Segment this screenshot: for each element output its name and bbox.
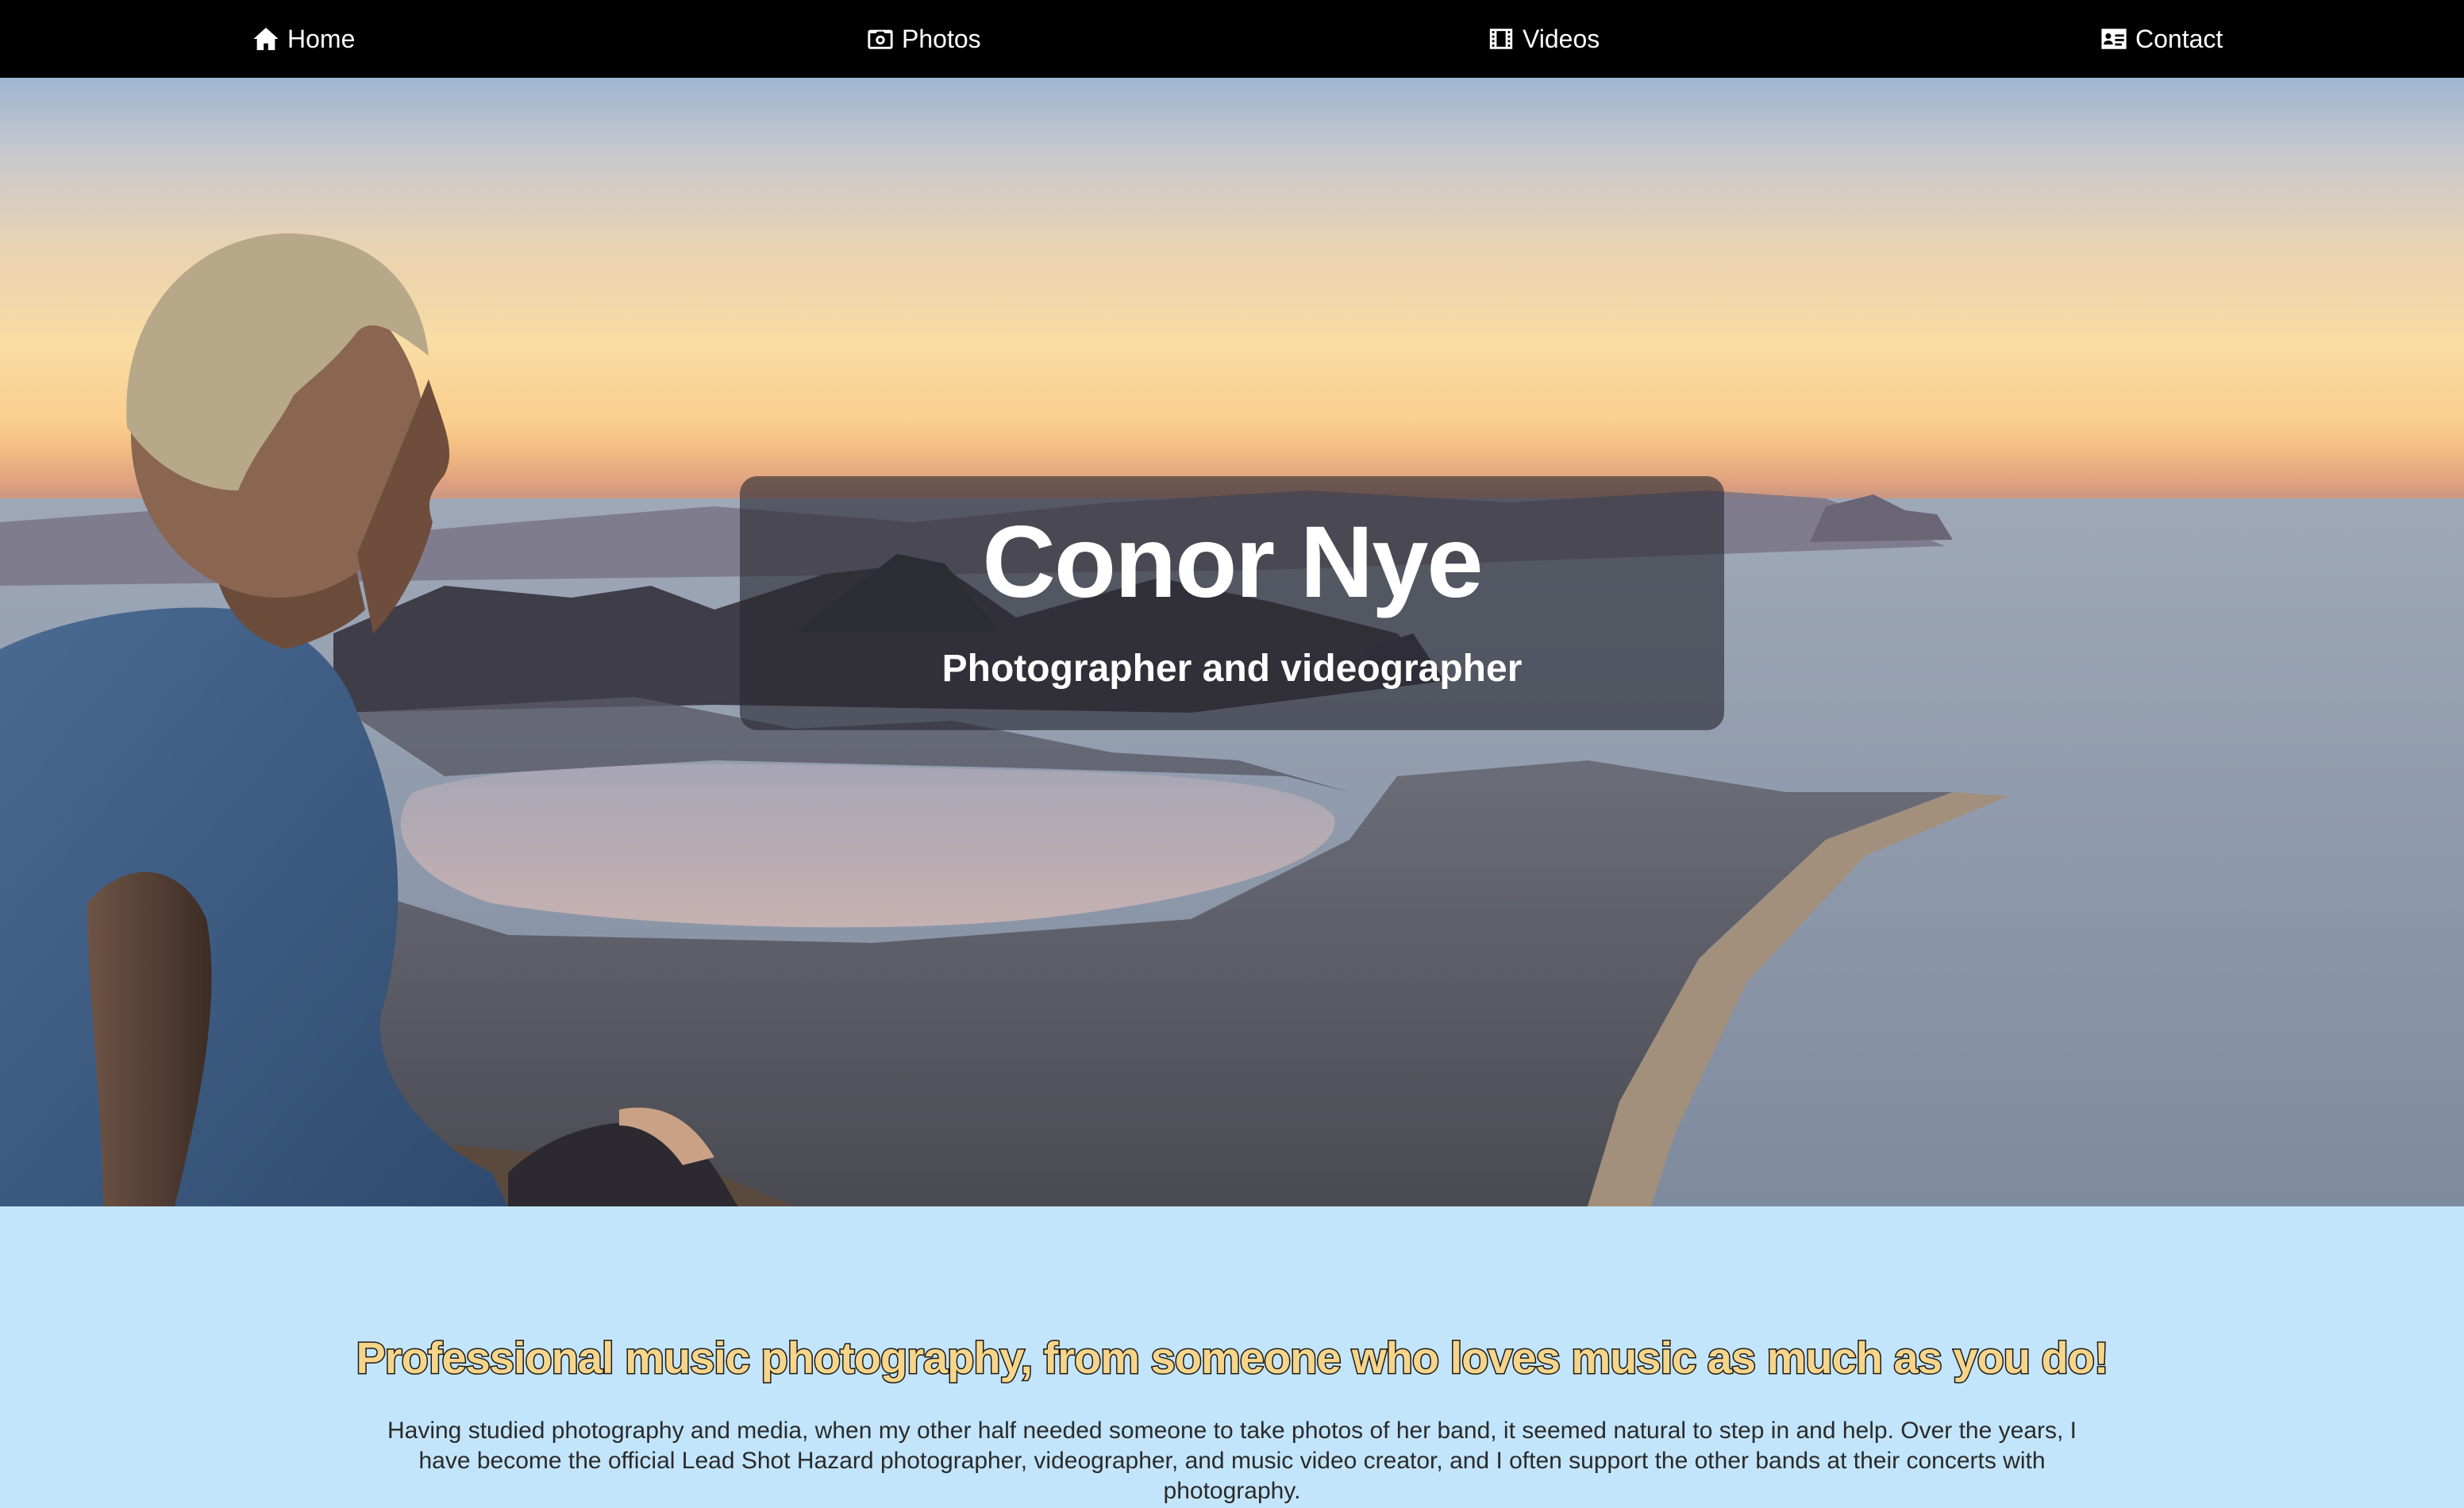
nav-item-label: Home <box>287 24 356 53</box>
page-title: Conor Nye <box>982 505 1483 619</box>
nav-item-home[interactable]: Home <box>252 0 355 78</box>
nav-item-label: Contact <box>2135 24 2223 53</box>
home-icon <box>252 25 279 52</box>
hero-title-card: Conor Nye Photographer and videographer <box>740 476 1724 730</box>
top-navigation-bar: Home Photos Videos Contact <box>0 0 2464 78</box>
camera-icon <box>867 25 894 52</box>
contact-card-icon <box>2100 25 2127 52</box>
hero-banner: Conor Nye Photographer and videographer <box>0 78 2464 1206</box>
intro-paragraph: Having studied photography and media, wh… <box>387 1418 2077 1504</box>
page-subtitle: Photographer and videographer <box>941 647 1523 690</box>
tagline-heading: Professional music photography, from som… <box>355 1332 2110 1384</box>
intro-section: Professional music photography, from som… <box>0 1206 2464 1508</box>
nav-item-label: Photos <box>902 24 981 53</box>
film-icon <box>1488 25 1515 52</box>
nav-item-label: Videos <box>1523 24 1600 53</box>
nav-item-photos[interactable]: Photos <box>867 0 981 78</box>
nav-item-videos[interactable]: Videos <box>1488 0 1600 78</box>
nav-item-contact[interactable]: Contact <box>2100 0 2223 78</box>
